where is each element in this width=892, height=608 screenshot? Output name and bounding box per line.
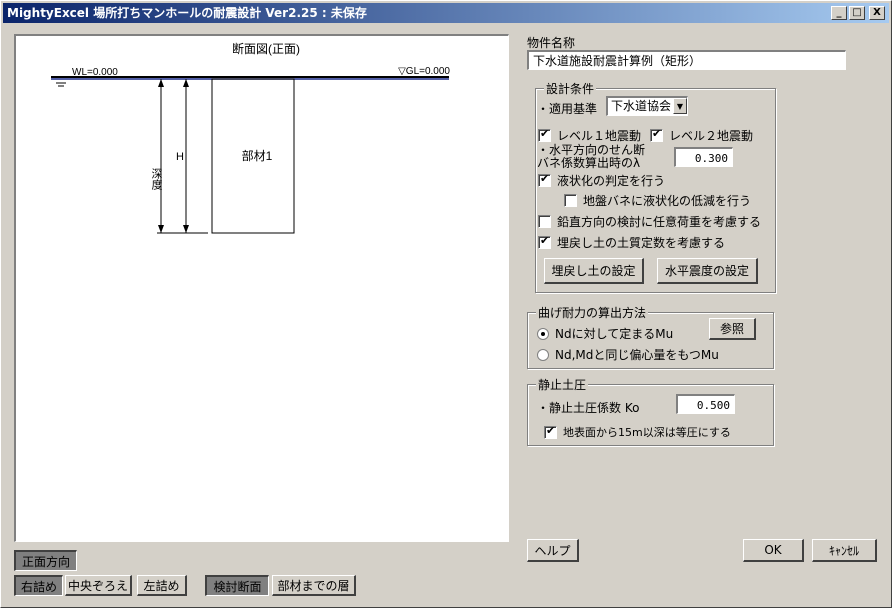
depth-arrow-top bbox=[158, 79, 164, 87]
member-label: 部材1 bbox=[242, 148, 273, 163]
gl-label: ▽GL=0.000 bbox=[398, 66, 450, 77]
backfill-settings-button[interactable]: 埋戻し土の設定 bbox=[544, 258, 644, 284]
earth-pressure-coef-input[interactable]: 0.500 bbox=[676, 394, 735, 414]
bending-option2-radio[interactable]: Nd,Mdと同じ偏心量をもつMu bbox=[537, 346, 719, 363]
window-title: MightyExcel 場所打ちマンホールの耐震設計 Ver2.25 : 未保存 bbox=[7, 6, 367, 20]
uniform-pressure-label: 地表面から15m以深は等圧にする bbox=[563, 426, 731, 439]
earth-pressure-coef-label: ・静止土圧係数 Ko bbox=[537, 401, 640, 415]
depth-arrow-bottom bbox=[158, 225, 164, 233]
earth-pressure-title: 静止土圧 bbox=[536, 376, 589, 393]
vertical-load-checkbox-box[interactable] bbox=[538, 215, 551, 228]
section-drawing-svg: 断面図(正面) WL=0.000 ▽GL=0.000 深度 H 部材1 bbox=[51, 41, 450, 234]
level2-label: レベル２地震動 bbox=[669, 129, 754, 143]
maximize-button[interactable]: □ bbox=[849, 6, 865, 20]
backfill-constants-label: 埋戻し土の土質定数を考慮する bbox=[557, 236, 726, 250]
backfill-constants-checkbox-box[interactable] bbox=[538, 234, 551, 249]
bending-method-title: 曲げ耐力の算出方法 bbox=[536, 304, 649, 321]
standard-select-value: 下水道協会 bbox=[611, 99, 672, 113]
h-label: H bbox=[176, 151, 184, 163]
liquefaction-checkbox-box[interactable] bbox=[538, 172, 551, 187]
shear-spring-label: ・水平方向のせん断 バネ係数算出時のλ bbox=[537, 144, 645, 170]
bending-option2-label: Nd,Mdと同じ偏心量をもつMu bbox=[555, 348, 719, 362]
standard-select[interactable]: 下水道協会 ▼ bbox=[606, 96, 688, 116]
standard-label: ・適用基準 bbox=[537, 102, 598, 116]
direction-label[interactable]: 正面方向 bbox=[14, 550, 77, 571]
chevron-down-icon[interactable]: ▼ bbox=[673, 98, 687, 114]
vertical-load-label: 鉛直方向の検討に任意荷重を考慮する bbox=[557, 215, 762, 229]
help-button[interactable]: ヘルプ bbox=[527, 539, 579, 562]
right-align-button[interactable]: 右詰め bbox=[14, 575, 63, 596]
bending-option2-radio-dot[interactable] bbox=[537, 348, 549, 361]
layers-to-member-button[interactable]: 部材までの層 bbox=[272, 575, 356, 596]
h-arrow-bottom bbox=[183, 225, 189, 233]
liquefaction-reduce-label: 地盤バネに液状化の低減を行う bbox=[583, 194, 752, 208]
bending-option1-label: Ndに対して定まるMu bbox=[555, 327, 674, 341]
liquefaction-reduce-checkbox[interactable]: 地盤バネに液状化の低減を行う bbox=[564, 192, 751, 209]
level2-checkbox-box[interactable] bbox=[650, 127, 663, 142]
level1-label: レベル１地震動 bbox=[557, 129, 642, 143]
minimize-button[interactable]: _ bbox=[831, 6, 847, 20]
vertical-load-checkbox[interactable]: 鉛直方向の検討に任意荷重を考慮する bbox=[538, 213, 761, 230]
ok-button[interactable]: OK bbox=[743, 539, 804, 562]
uniform-pressure-checkbox[interactable]: 地表面から15m以深は等圧にする bbox=[544, 424, 731, 440]
project-name-label: 物件名称 bbox=[527, 36, 576, 50]
level1-checkbox[interactable]: レベル１地震動 bbox=[538, 127, 641, 144]
liquefaction-checkbox[interactable]: 液状化の判定を行う bbox=[538, 172, 665, 189]
drawing-title: 断面図(正面) bbox=[232, 41, 300, 56]
section-drawing-canvas: 断面図(正面) WL=0.000 ▽GL=0.000 深度 H 部材1 bbox=[14, 34, 509, 542]
liquefaction-reduce-checkbox-box[interactable] bbox=[564, 194, 577, 207]
wl-symbol bbox=[56, 82, 66, 87]
left-align-button[interactable]: 左詰め bbox=[137, 575, 187, 596]
uniform-pressure-checkbox-box[interactable] bbox=[544, 424, 557, 439]
wl-label: WL=0.000 bbox=[72, 67, 118, 78]
cancel-button[interactable]: ｷｬﾝｾﾙ bbox=[812, 539, 877, 562]
design-conditions-title: 設計条件 bbox=[544, 80, 597, 97]
h-arrow-top bbox=[183, 79, 189, 87]
check-section-button[interactable]: 検討断面 bbox=[205, 575, 269, 596]
level1-checkbox-box[interactable] bbox=[538, 127, 551, 142]
project-name-input[interactable]: 下水道施設耐震計算例（矩形） bbox=[527, 50, 846, 70]
close-button[interactable]: X bbox=[869, 6, 885, 20]
app-window: MightyExcel 場所打ちマンホールの耐震設計 Ver2.25 : 未保存… bbox=[0, 0, 892, 608]
bending-option1-radio[interactable]: Ndに対して定まるMu bbox=[537, 325, 673, 342]
backfill-constants-checkbox[interactable]: 埋戻し土の土質定数を考慮する bbox=[538, 234, 725, 251]
shear-spring-input[interactable]: 0.300 bbox=[674, 147, 733, 167]
bending-option1-radio-dot[interactable] bbox=[537, 327, 549, 340]
center-align-button[interactable]: 中央ぞろえ bbox=[65, 575, 132, 596]
level2-checkbox[interactable]: レベル２地震動 bbox=[650, 127, 753, 144]
liquefaction-label: 液状化の判定を行う bbox=[557, 174, 666, 188]
depth-label: 深度 bbox=[150, 168, 163, 191]
reference-button[interactable]: 参照 bbox=[709, 318, 756, 340]
shear-spring-label-line2: バネ係数算出時のλ bbox=[537, 156, 641, 170]
seismic-coefficient-button[interactable]: 水平震度の設定 bbox=[657, 258, 758, 284]
title-bar[interactable]: MightyExcel 場所打ちマンホールの耐震設計 Ver2.25 : 未保存… bbox=[3, 3, 889, 23]
